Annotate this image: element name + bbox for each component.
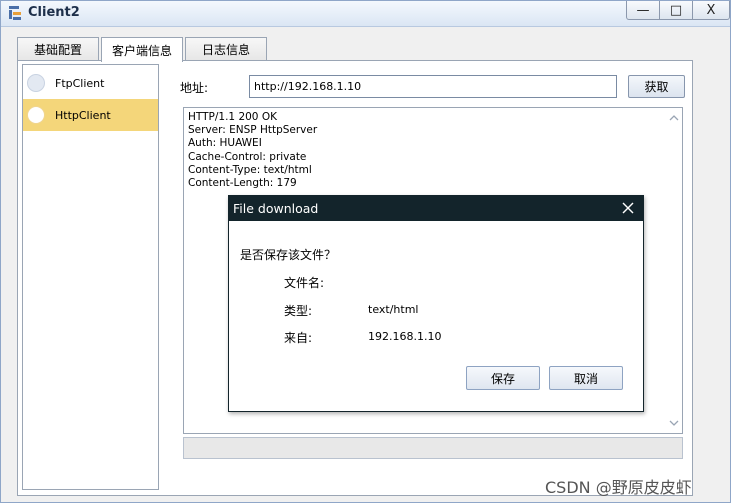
maximize-button[interactable]: □ — [659, 1, 693, 20]
response-text: HTTP/1.1 200 OK Server: ENSP HttpServer … — [188, 111, 317, 190]
tab-label: 日志信息 — [201, 43, 250, 57]
tab-label: 基础配置 — [33, 43, 82, 57]
close-icon[interactable] — [619, 199, 637, 217]
client-status-icon — [27, 106, 45, 124]
status-bar — [183, 437, 683, 459]
type-label: 类型: — [284, 304, 313, 318]
dialog-question: 是否保存该文件？ — [240, 248, 337, 262]
minimize-icon: — — [636, 2, 650, 18]
tab-log-info[interactable]: 日志信息 — [185, 37, 267, 61]
watermark: CSDN @野原皮皮虾 — [545, 478, 692, 497]
tab-basic-config[interactable]: 基础配置 — [17, 37, 99, 61]
response-line: Content-Length: 179 — [188, 177, 297, 190]
title-bar: Client2 — □ X — [1, 1, 730, 27]
client-status-icon — [27, 74, 45, 92]
minimize-button[interactable]: — — [626, 1, 660, 20]
cancel-button[interactable]: 取消 — [549, 366, 623, 390]
dialog-title-bar: File download — [229, 196, 643, 221]
response-line: Server: ENSP HttpServer — [188, 124, 318, 137]
chevron-down-icon[interactable] — [666, 415, 682, 431]
client-type-list: FtpClient HttpClient — [22, 64, 159, 490]
vertical-scrollbar[interactable] — [666, 108, 682, 433]
address-input[interactable]: http://192.168.1.10 — [249, 75, 617, 98]
type-value: text/html — [368, 303, 419, 316]
file-download-dialog: File download 是否保存该文件？ 文件名: 类型: text/htm… — [228, 195, 644, 412]
dialog-title: File download — [233, 201, 319, 216]
response-line: Cache-Control: private — [188, 150, 307, 163]
close-button[interactable]: X — [692, 1, 730, 20]
maximize-icon: □ — [669, 2, 683, 18]
list-item-label: FtpClient — [55, 76, 105, 90]
response-line: Auth: HUAWEI — [188, 137, 262, 150]
list-item-ftpclient[interactable]: FtpClient — [23, 67, 158, 99]
window-title: Client2 — [28, 5, 80, 20]
response-line: HTTP/1.1 200 OK — [188, 111, 277, 123]
response-line: Content-Type: text/html — [188, 163, 312, 176]
close-icon: X — [706, 2, 716, 18]
tab-client-info[interactable]: 客户端信息 — [101, 37, 183, 62]
list-item-httpclient[interactable]: HttpClient — [23, 99, 158, 131]
client-app-icon — [9, 6, 21, 20]
save-button[interactable]: 保存 — [466, 366, 540, 390]
tab-label: 客户端信息 — [111, 43, 172, 58]
filename-label: 文件名: — [284, 276, 325, 290]
from-value: 192.168.1.10 — [368, 330, 442, 343]
address-label: 地址: — [180, 81, 209, 95]
fetch-button[interactable]: 获取 — [628, 75, 685, 98]
list-item-label: HttpClient — [55, 108, 111, 122]
from-label: 来自: — [284, 331, 313, 345]
chevron-up-icon[interactable] — [666, 110, 682, 126]
